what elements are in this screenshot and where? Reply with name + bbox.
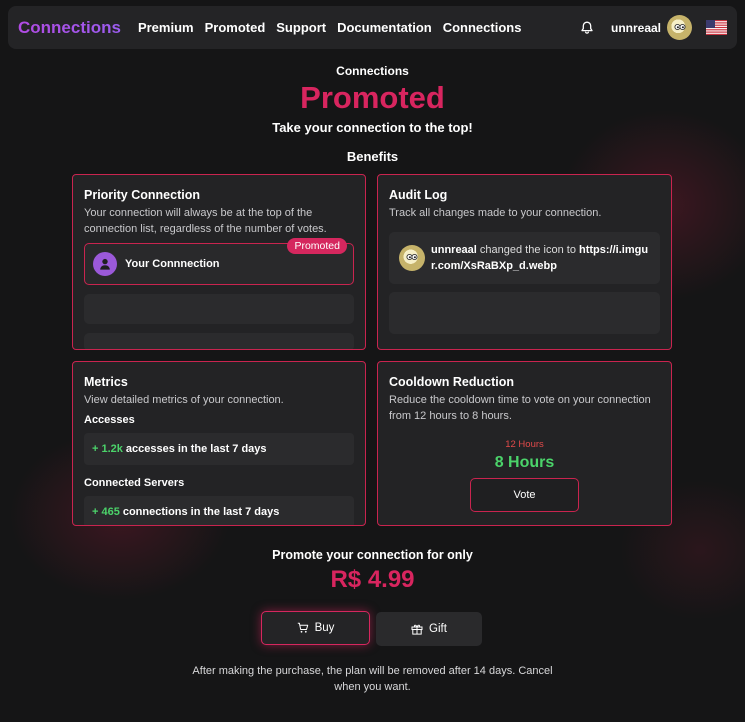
- gift-icon: [411, 624, 423, 635]
- audit-action: changed the icon to: [479, 244, 576, 256]
- audit-log-entry: unnreaal changed the icon to https://i.i…: [389, 232, 660, 284]
- servers-value: + 465: [92, 506, 120, 518]
- servers-metric: + 465 connections in the last 7 days: [84, 496, 354, 525]
- page-subtitle: Take your connection to the top!: [272, 120, 473, 135]
- promoted-badge: Promoted: [287, 238, 347, 254]
- card-title: Audit Log: [389, 188, 448, 202]
- card-title: Cooldown Reduction: [389, 375, 514, 389]
- price: R$ 4.99: [330, 566, 415, 593]
- card-description: View detailed metrics of your connection…: [84, 394, 284, 406]
- audit-log-text: unnreaal changed the icon to https://i.i…: [431, 242, 650, 274]
- top-navbar: Connections Premium Promoted Support Doc…: [8, 6, 737, 49]
- new-cooldown: 8 Hours: [494, 454, 555, 471]
- nav-link-documentation[interactable]: Documentation: [337, 20, 432, 35]
- servers-label: Connected Servers: [84, 477, 185, 489]
- nav-link-premium[interactable]: Premium: [138, 20, 194, 35]
- old-cooldown: 12 Hours: [505, 439, 544, 450]
- nav-link-promoted[interactable]: Promoted: [205, 20, 266, 35]
- audit-user: unnreaal: [431, 244, 477, 256]
- buy-button[interactable]: Buy: [261, 611, 370, 645]
- card-description: Track all changes made to your connectio…: [389, 207, 602, 219]
- placeholder-item: [389, 292, 660, 334]
- accesses-label: Accesses: [84, 414, 135, 426]
- audit-log-card: Audit Log Track all changes made to your…: [377, 174, 672, 350]
- promoted-connection-item[interactable]: Promoted Your Connnection: [84, 238, 354, 285]
- priority-connection-card: Priority Connection Your connection will…: [72, 174, 366, 350]
- card-title: Metrics: [84, 375, 128, 389]
- nav-user-area: unnreaal: [579, 15, 727, 40]
- metrics-card: Metrics View detailed metrics of your co…: [72, 361, 366, 526]
- us-flag-icon[interactable]: [706, 20, 727, 35]
- benefits-heading: Benefits: [346, 149, 399, 164]
- bell-icon[interactable]: [579, 20, 595, 36]
- user-icon: [93, 252, 117, 276]
- promo-tagline: Promote your connection for only: [272, 548, 473, 562]
- cart-icon: [297, 622, 308, 633]
- avatar[interactable]: [667, 15, 692, 40]
- accesses-text: accesses in the last 7 days: [125, 443, 267, 455]
- card-description: Reduce the cooldown time to vote on your…: [389, 394, 651, 422]
- username[interactable]: unnreaal: [611, 21, 661, 35]
- servers-text: connections in the last 7 days: [122, 506, 280, 518]
- connection-name: Your Connnection: [125, 258, 220, 270]
- brand-logo[interactable]: Connections: [18, 18, 121, 38]
- card-description: Your connection will always be at the to…: [84, 207, 327, 235]
- accesses-value: + 1.2k: [92, 443, 123, 455]
- hero-eyebrow: Connections: [336, 64, 409, 78]
- buy-label: Buy: [314, 622, 335, 634]
- purchase-footnote: After making the purchase, the plan will…: [192, 665, 553, 693]
- nav-link-support[interactable]: Support: [276, 20, 326, 35]
- accesses-metric: + 1.2k accesses in the last 7 days: [84, 433, 354, 465]
- vote-button[interactable]: Vote: [470, 478, 579, 512]
- placeholder-item: [84, 333, 354, 349]
- cooldown-reduction-card: Cooldown Reduction Reduce the cooldown t…: [377, 361, 672, 526]
- nav-link-connections[interactable]: Connections: [443, 20, 522, 35]
- page-title: Promoted: [300, 80, 445, 115]
- gift-label: Gift: [429, 623, 447, 635]
- avatar: [399, 245, 425, 271]
- placeholder-item: [84, 294, 354, 324]
- gift-button[interactable]: Gift: [376, 612, 482, 646]
- card-title: Priority Connection: [84, 188, 200, 202]
